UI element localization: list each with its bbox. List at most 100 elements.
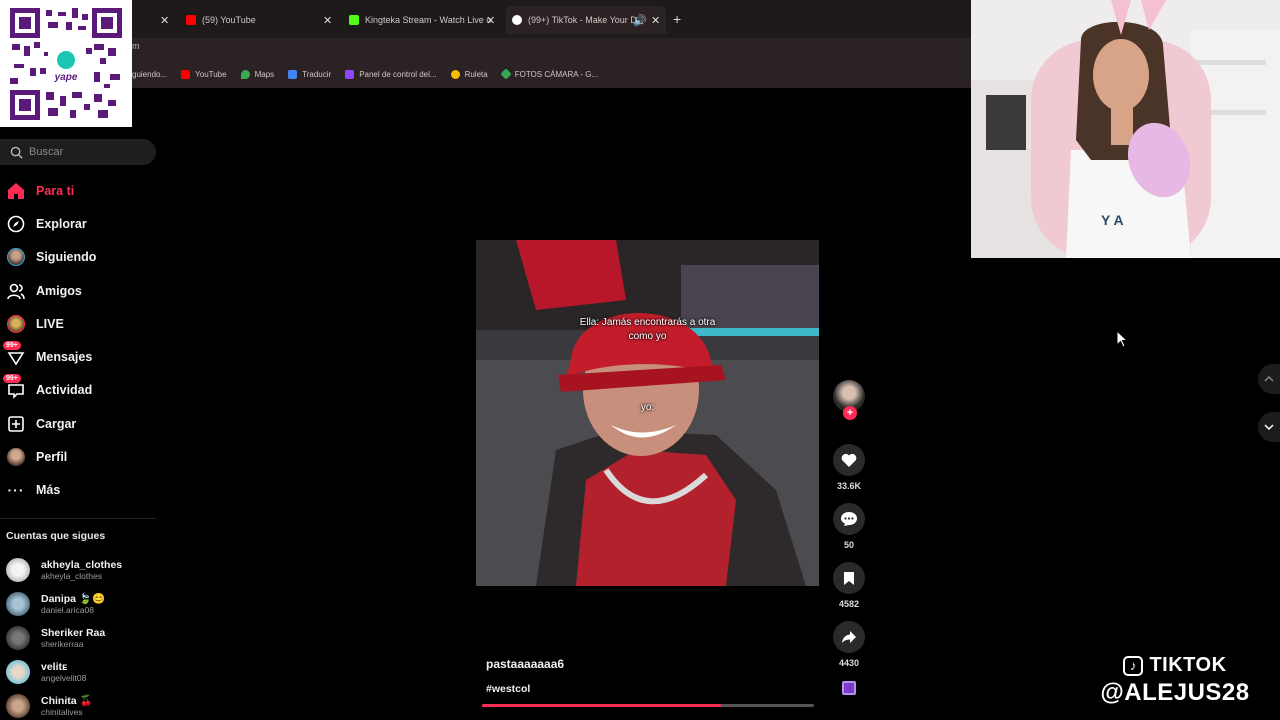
drive-icon: [500, 68, 512, 80]
video-actions: + 33.6K 50 4582 4430: [826, 380, 872, 695]
address-bar[interactable]: m: [132, 41, 962, 59]
chrome-icon: [450, 69, 460, 79]
sidebar-item-cargar[interactable]: Cargar: [0, 407, 156, 440]
sidebar-item-amigos[interactable]: Amigos: [0, 274, 156, 307]
live-icon: [6, 314, 26, 334]
sidebar-item-actividad[interactable]: 99+ Actividad: [0, 374, 156, 407]
svg-text:yape: yape: [54, 72, 78, 83]
creator-avatar[interactable]: +: [831, 380, 867, 420]
list-item[interactable]: Danipa 🍃😊 daniel.arica08: [6, 587, 156, 621]
follow-plus-icon[interactable]: +: [843, 406, 857, 420]
upload-icon: [6, 414, 26, 434]
yape-qr-code: yape: [0, 0, 132, 127]
qr-code-image: yape: [10, 8, 122, 120]
close-icon[interactable]: ✕: [323, 14, 332, 27]
bookmark-icon: [844, 571, 854, 585]
sidebar-item-explorar[interactable]: Explorar: [0, 207, 156, 240]
bookmark-item[interactable]: guiendo...: [132, 70, 167, 79]
like-count: 33.6K: [836, 481, 862, 491]
share-icon: [842, 631, 856, 643]
like-button[interactable]: [833, 444, 865, 476]
bookmark-item[interactable]: Traducir: [288, 69, 331, 79]
search-input[interactable]: [29, 146, 139, 158]
comment-count: 50: [843, 540, 854, 550]
messages-icon: 99+: [3, 341, 26, 367]
sidebar-item-label: Mensajes: [36, 350, 93, 365]
sidebar-item-mas[interactable]: ··· Más: [0, 474, 156, 507]
heart-icon: [841, 453, 857, 467]
bookmark-item[interactable]: Panel de control del...: [345, 69, 437, 79]
tab-close-partial[interactable]: ✕: [160, 6, 174, 34]
sidebar-item-live[interactable]: LIVE: [0, 307, 156, 340]
sidebar-item-mensajes[interactable]: 99+ Mensajes: [0, 340, 156, 373]
webcam-overlay: Y A: [971, 0, 1280, 258]
sidebar-item-label: Siguiendo: [36, 250, 97, 265]
new-tab-button[interactable]: +: [673, 11, 681, 27]
tab-bar: ✕ (59) YouTube ✕ Kingteka Stream - Watch…: [0, 0, 971, 38]
avatar: [6, 626, 30, 650]
more-icon: ···: [7, 482, 25, 499]
search-bar: [0, 139, 156, 165]
twitch-icon: [345, 69, 355, 79]
next-video-button[interactable]: [1258, 412, 1280, 442]
speaker-icon[interactable]: 🔊: [633, 14, 647, 27]
sidebar-item-para-ti[interactable]: Para ti: [0, 174, 156, 207]
list-item[interactable]: akheyla_clothes akheyla_clothes: [6, 553, 156, 587]
bookmarks-bar: guiendo... YouTube Maps Traducir Panel d…: [132, 66, 612, 82]
previous-video-button[interactable]: [1258, 364, 1280, 394]
sidebar-item-label: Para ti: [36, 183, 75, 198]
sidebar-item-label: Más: [36, 483, 61, 498]
chevron-up-icon: [1264, 376, 1274, 382]
sidebar-item-label: Amigos: [36, 283, 82, 298]
mouse-cursor-icon: [1116, 330, 1128, 348]
sidebar-item-label: Explorar: [36, 216, 87, 231]
list-item[interactable]: velitᴇ angelvelit08: [6, 655, 156, 689]
tab-label: (99+) TikTok - Make Your D: [528, 15, 637, 25]
bookmark-item[interactable]: YouTube: [181, 69, 227, 79]
video-caption: como yo: [628, 331, 667, 342]
video-hashtag[interactable]: #westcol: [486, 683, 530, 695]
close-icon[interactable]: ✕: [651, 14, 660, 27]
bookmark-item[interactable]: FOTOS CÁMARA - G...: [500, 68, 598, 80]
webcam-image: Y A: [971, 0, 1280, 258]
comment-button[interactable]: [833, 503, 865, 535]
kick-icon: [349, 15, 359, 25]
video-author[interactable]: pastaaaaaaa6: [486, 657, 564, 671]
home-icon: [6, 181, 26, 201]
tiktok-logo-icon: ♪: [1123, 655, 1144, 676]
list-item[interactable]: Sheriker Raa sherikerraa: [6, 621, 156, 655]
list-item[interactable]: Chinita 🍒 chinitalives: [6, 689, 156, 720]
share-button[interactable]: [833, 621, 865, 653]
tab-tiktok[interactable]: (99+) TikTok - Make Your D 🔊 ✕: [506, 6, 666, 34]
sidebar-divider: [0, 518, 156, 519]
music-disc-icon[interactable]: [842, 681, 856, 695]
sidebar-item-siguiendo[interactable]: Siguiendo: [0, 241, 156, 274]
avatar: [6, 247, 26, 267]
sidebar-item-perfil[interactable]: Perfil: [0, 440, 156, 473]
browser-chrome: ✕ (59) YouTube ✕ Kingteka Stream - Watch…: [0, 0, 971, 88]
avatar: [6, 558, 30, 582]
close-icon[interactable]: ✕: [486, 14, 495, 27]
tab-label: Kingteka Stream - Watch Live o: [365, 15, 492, 25]
friends-icon: [6, 281, 26, 301]
sidebar-item-label: Perfil: [36, 450, 68, 465]
bookmark-item[interactable]: Ruleta: [450, 69, 488, 79]
youtube-icon: [186, 15, 196, 25]
video-player[interactable]: Ella: Jamás encontrarás a otra como yo y…: [476, 240, 819, 586]
tab-youtube[interactable]: (59) YouTube ✕: [180, 6, 336, 34]
tab-label: (59) YouTube: [202, 15, 256, 25]
notification-badge: 99+: [3, 341, 21, 351]
following-list: akheyla_clothes akheyla_clothes Danipa 🍃😊…: [6, 553, 156, 720]
sidebar-item-label: LIVE: [36, 316, 64, 331]
tiktok-icon: [512, 15, 522, 25]
svg-text:Y A: Y A: [1101, 212, 1124, 228]
video-progress-bar[interactable]: [482, 704, 814, 707]
avatar: [6, 660, 30, 684]
avatar: [6, 694, 30, 718]
save-button[interactable]: [833, 562, 865, 594]
compass-icon: [6, 214, 26, 234]
avatar: [6, 447, 26, 467]
streamer-watermark: ♪ TIKTOK @ALEJUS28: [1100, 654, 1250, 706]
bookmark-item[interactable]: Maps: [240, 69, 274, 79]
tab-kick[interactable]: Kingteka Stream - Watch Live o ✕: [343, 6, 499, 34]
